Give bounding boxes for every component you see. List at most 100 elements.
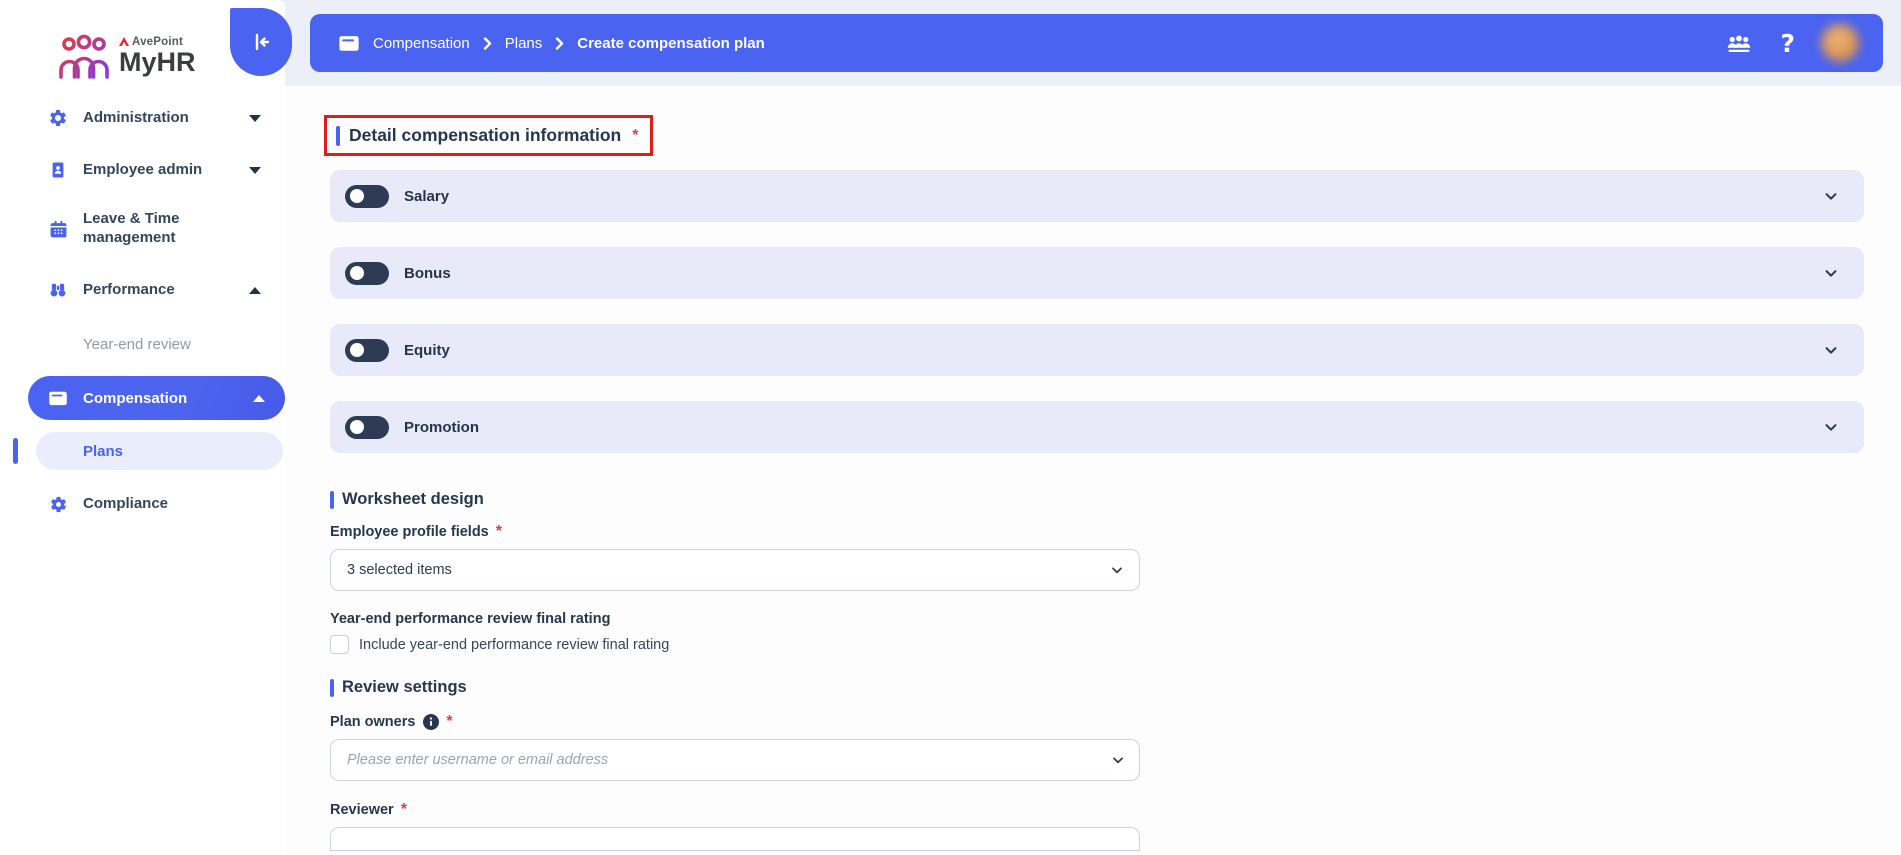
main-column: Compensation Plans Create compensation p…: [285, 0, 1901, 855]
user-avatar[interactable]: [1821, 24, 1859, 62]
sidebar-item-performance[interactable]: Performance: [0, 262, 285, 318]
plan-owners-input-wrap: [330, 739, 1140, 781]
sidebar-nav: Administration Employee admin Leave & Ti…: [0, 92, 285, 530]
rating-checkbox-row: Include year-end performance review fina…: [330, 635, 1901, 654]
accordion-promotion[interactable]: Promotion: [330, 401, 1864, 453]
sidebar-item-label: Leave & Time management: [83, 210, 233, 248]
plan-owners-input[interactable]: [330, 739, 1140, 781]
sidebar-item-label: Administration: [83, 109, 233, 128]
sidebar-item-compliance[interactable]: Compliance: [0, 478, 285, 530]
chevron-right-icon: [555, 37, 564, 50]
required-asterisk: *: [496, 523, 502, 541]
plan-owners-label: Plan owners *: [330, 713, 1901, 731]
field-label-text: Employee profile fields: [330, 524, 489, 540]
section-heading-text: Review settings: [342, 678, 467, 697]
heading-accent-bar: [330, 491, 334, 509]
reviewer-label: Reviewer *: [330, 801, 1901, 819]
compliance-gear-icon: [48, 494, 68, 514]
header-actions: ?: [1724, 24, 1859, 62]
calendar-icon: [48, 219, 68, 239]
toggle-knob: [350, 189, 364, 203]
breadcrumb-item-plans[interactable]: Plans: [505, 35, 543, 52]
wallet-icon: [48, 388, 68, 408]
myhr-people-logo-icon: [58, 33, 110, 79]
annotation-highlight-box: Detail compensation information *: [324, 115, 653, 156]
sidebar-item-year-end-review[interactable]: Year-end review: [0, 318, 285, 370]
bonus-toggle[interactable]: [345, 262, 389, 285]
sidebar-item-label: Compliance: [83, 495, 233, 514]
chevron-down-icon: [1109, 550, 1125, 590]
chevron-down-icon[interactable]: [1822, 187, 1840, 205]
sidebar-item-plans[interactable]: Plans: [36, 432, 283, 470]
sidebar-item-label: Performance: [83, 281, 233, 300]
breadcrumb-item-current: Create compensation plan: [577, 35, 765, 52]
field-label-text: Reviewer: [330, 802, 394, 818]
gear-icon: [48, 108, 68, 128]
caret-up-icon: [249, 287, 261, 294]
reviewer-input[interactable]: [330, 827, 1140, 851]
rating-label: Year-end performance review final rating: [330, 611, 1901, 627]
product-wordmark: MyHR: [119, 49, 196, 76]
equity-toggle[interactable]: [345, 339, 389, 362]
breadcrumb: Compensation Plans Create compensation p…: [338, 32, 765, 54]
sidebar-item-label: Year-end review: [83, 336, 191, 353]
toggle-knob: [350, 343, 364, 357]
employee-profile-fields-select[interactable]: 3 selected items: [330, 549, 1140, 591]
checkbox-label: Include year-end performance review fina…: [359, 637, 669, 653]
required-asterisk: *: [401, 801, 407, 819]
id-badge-icon: [48, 160, 68, 180]
sidebar-item-administration[interactable]: Administration: [0, 92, 285, 144]
logo-texts: AvePoint MyHR: [119, 36, 196, 76]
required-asterisk: *: [446, 713, 452, 731]
question-mark-icon: ?: [1780, 31, 1795, 56]
sidebar-collapse-button[interactable]: [230, 8, 292, 76]
salary-toggle[interactable]: [345, 185, 389, 208]
chevron-down-icon: [1110, 739, 1126, 781]
sidebar-item-plans-row: Plans: [0, 432, 285, 470]
binoculars-icon: [48, 280, 68, 300]
sidebar-item-leave-time-management[interactable]: Leave & Time management: [0, 196, 285, 262]
breadcrumb-item-compensation[interactable]: Compensation: [373, 35, 470, 52]
page-section-heading: Detail compensation information: [349, 125, 621, 146]
sidebar-item-employee-admin[interactable]: Employee admin: [0, 144, 285, 196]
promotion-toggle[interactable]: [345, 416, 389, 439]
info-icon[interactable]: [423, 714, 439, 730]
chevron-down-icon[interactable]: [1822, 341, 1840, 359]
sidebar-item-label: Compensation: [83, 390, 187, 407]
chevron-down-icon[interactable]: [1822, 418, 1840, 436]
worksheet-design-heading: Worksheet design: [330, 490, 1901, 509]
accordion-bonus[interactable]: Bonus: [330, 247, 1864, 299]
required-asterisk: *: [632, 127, 638, 145]
sidebar-item-label: Plans: [83, 443, 123, 460]
content-panel: Detail compensation information * Salary…: [285, 86, 1901, 855]
accordion-label: Equity: [404, 342, 450, 359]
accordion-equity[interactable]: Equity: [330, 324, 1864, 376]
employee-profile-fields-label: Employee profile fields *: [330, 523, 1901, 541]
team-members-button[interactable]: [1724, 30, 1754, 56]
field-label-text: Plan owners: [330, 714, 415, 730]
review-settings-heading: Review settings: [330, 678, 1901, 697]
heading-accent-bar: [336, 126, 340, 146]
include-rating-checkbox[interactable]: [330, 635, 349, 654]
sidebar: AvePoint MyHR Administration Employee ad…: [0, 0, 285, 855]
toggle-knob: [350, 266, 364, 280]
active-indicator-bar: [13, 438, 18, 464]
caret-up-icon: [253, 395, 265, 402]
section-heading-text: Worksheet design: [342, 490, 484, 509]
sidebar-item-compensation[interactable]: Compensation: [28, 376, 285, 420]
help-button[interactable]: ?: [1780, 31, 1795, 56]
avepoint-mark-icon: [119, 37, 129, 47]
people-group-icon: [1724, 30, 1754, 56]
sidebar-item-label: Employee admin: [83, 161, 233, 180]
caret-down-icon: [249, 115, 261, 122]
accordion-salary[interactable]: Salary: [330, 170, 1864, 222]
collapse-left-icon: [249, 30, 273, 54]
toggle-knob: [350, 420, 364, 434]
field-label-text: Year-end performance review final rating: [330, 611, 610, 627]
chevron-down-icon[interactable]: [1822, 264, 1840, 282]
select-value: 3 selected items: [347, 562, 452, 578]
heading-accent-bar: [330, 679, 334, 697]
accordion-label: Salary: [404, 188, 449, 205]
chevron-right-icon: [483, 37, 492, 50]
accordion-label: Promotion: [404, 419, 479, 436]
